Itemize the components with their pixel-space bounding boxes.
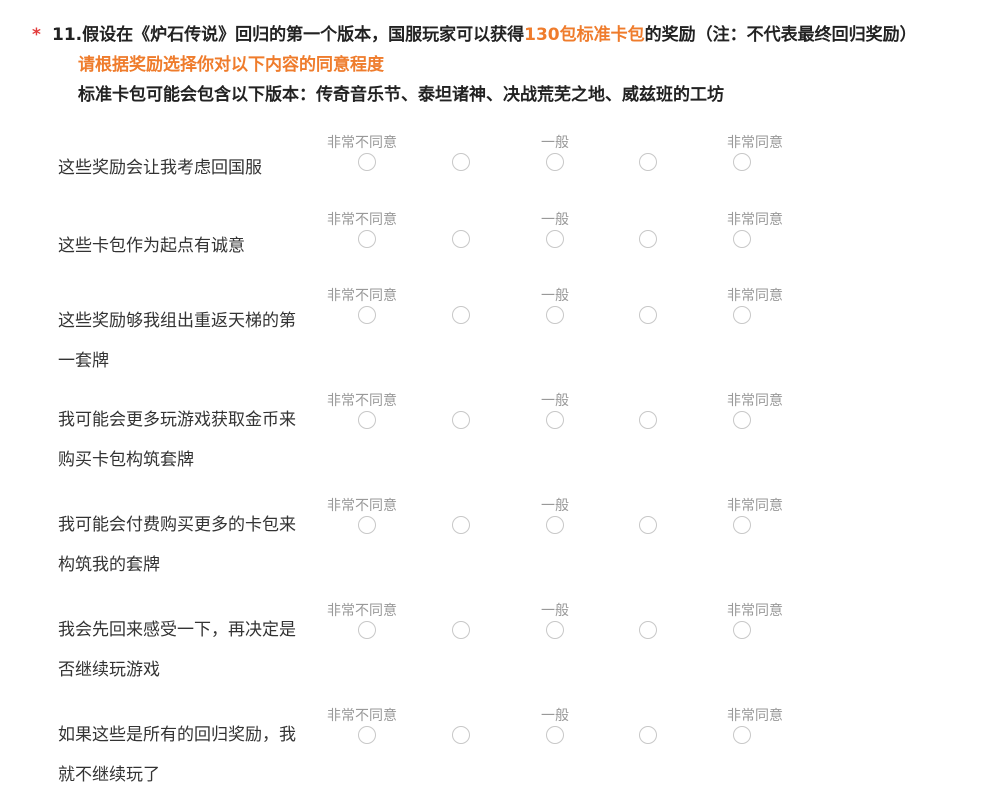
likert-radio-1[interactable] [358, 516, 376, 534]
likert-radio-3[interactable] [546, 230, 564, 248]
scale-label-mid: 一般 [541, 603, 569, 619]
scale-label-mid: 一般 [541, 135, 569, 151]
likert-radio-4[interactable] [639, 726, 657, 744]
row-label: 我会先回来感受一下，再决定是否继续玩游戏 [58, 620, 296, 680]
likert-radio-5[interactable] [733, 306, 751, 324]
likert-radio-4[interactable] [639, 306, 657, 324]
scale-label-left: 非常不同意 [327, 603, 397, 619]
scale-label-right: 非常同意 [727, 708, 783, 724]
row-label: 这些奖励会让我考虑回国服 [58, 158, 262, 178]
scale-label-left: 非常不同意 [327, 135, 397, 151]
scale-label-left: 非常不同意 [327, 212, 397, 228]
likert-radio-2[interactable] [452, 411, 470, 429]
scale-label-mid: 一般 [541, 393, 569, 409]
row-label: 我可能会更多玩游戏获取金币来购买卡包构筑套牌 [58, 410, 296, 470]
likert-radio-5[interactable] [733, 726, 751, 744]
scale-label-mid: 一般 [541, 708, 569, 724]
likert-radio-3[interactable] [546, 153, 564, 171]
likert-radio-2[interactable] [452, 306, 470, 324]
likert-radio-2[interactable] [452, 153, 470, 171]
likert-radio-5[interactable] [733, 516, 751, 534]
likert-radio-2[interactable] [452, 621, 470, 639]
scale-label-right: 非常同意 [727, 288, 783, 304]
likert-radio-4[interactable] [639, 230, 657, 248]
scale-label-left: 非常不同意 [327, 708, 397, 724]
scale-label-right: 非常同意 [727, 603, 783, 619]
likert-radio-5[interactable] [733, 621, 751, 639]
likert-radio-5[interactable] [733, 230, 751, 248]
scale-label-mid: 一般 [541, 288, 569, 304]
likert-radio-4[interactable] [639, 153, 657, 171]
likert-radio-3[interactable] [546, 516, 564, 534]
likert-radio-3[interactable] [546, 726, 564, 744]
row-label: 这些卡包作为起点有诚意 [58, 236, 245, 256]
likert-radio-3[interactable] [546, 411, 564, 429]
scale-label-right: 非常同意 [727, 393, 783, 409]
scale-label-left: 非常不同意 [327, 288, 397, 304]
scale-label-left: 非常不同意 [327, 498, 397, 514]
likert-matrix: 这些奖励会让我考虑回国服 非常不同意 一般 非常同意 这些卡包作为起点有诚意 非常不同意一… [0, 0, 1000, 800]
row-label: 如果这些是所有的回归奖励，我就不继续玩了 [58, 725, 296, 785]
scale-label-mid: 一般 [541, 212, 569, 228]
likert-radio-1[interactable] [358, 230, 376, 248]
likert-radio-4[interactable] [639, 516, 657, 534]
likert-radio-5[interactable] [733, 411, 751, 429]
likert-radio-4[interactable] [639, 411, 657, 429]
scale-label-mid: 一般 [541, 498, 569, 514]
likert-radio-2[interactable] [452, 516, 470, 534]
likert-radio-1[interactable] [358, 306, 376, 324]
likert-radio-4[interactable] [639, 621, 657, 639]
likert-radio-2[interactable] [452, 230, 470, 248]
scale-label-left: 非常不同意 [327, 393, 397, 409]
likert-radio-1[interactable] [358, 153, 376, 171]
likert-radio-3[interactable] [546, 306, 564, 324]
scale-label-right: 非常同意 [727, 212, 783, 228]
likert-radio-1[interactable] [358, 621, 376, 639]
likert-radio-3[interactable] [546, 621, 564, 639]
likert-radio-2[interactable] [452, 726, 470, 744]
likert-radio-1[interactable] [358, 726, 376, 744]
row-label: 我可能会付费购买更多的卡包来构筑我的套牌 [58, 515, 296, 575]
likert-radio-1[interactable] [358, 411, 376, 429]
scale-label-right: 非常同意 [727, 498, 783, 514]
row-label: 这些奖励够我组出重返天梯的第一套牌 [58, 311, 296, 371]
likert-radio-5[interactable] [733, 153, 751, 171]
scale-label-right: 非常同意 [727, 135, 783, 151]
